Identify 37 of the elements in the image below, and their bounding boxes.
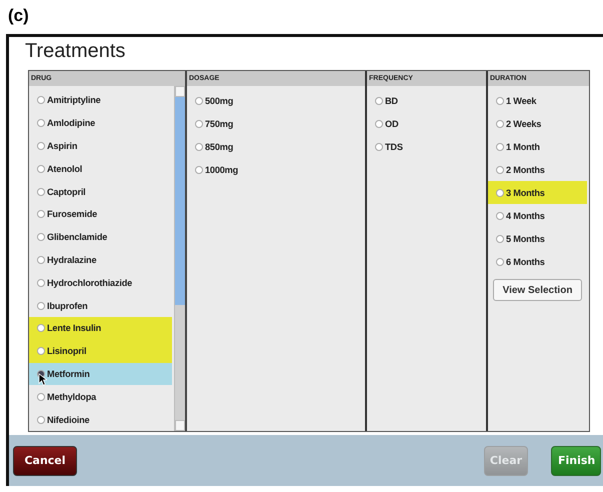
- option-item[interactable]: Hydralazine: [29, 248, 172, 272]
- option-item[interactable]: Metformin: [29, 362, 172, 386]
- option-item[interactable]: Aspirin: [29, 134, 172, 158]
- option-item[interactable]: Hydrochlorothiazide: [29, 271, 172, 294]
- option-item[interactable]: Atenolol: [29, 157, 172, 180]
- option-item[interactable]: Furosemide: [29, 202, 172, 226]
- option-item[interactable]: TDS: [367, 135, 484, 158]
- option-item[interactable]: 2 Weeks: [488, 112, 587, 135]
- option-item[interactable]: 3 Months: [488, 181, 587, 204]
- cancel-button[interactable]: Cancel: [13, 446, 77, 476]
- option-item[interactable]: Nifedioine: [29, 408, 172, 431]
- scrollbar[interactable]: [174, 86, 185, 431]
- option-item[interactable]: 4 Months: [488, 204, 587, 227]
- view-selection-button[interactable]: View Selection: [493, 279, 582, 301]
- option-item[interactable]: BD: [367, 89, 484, 112]
- option-item[interactable]: 2 Months: [488, 158, 587, 181]
- figure-label: (c): [7, 5, 30, 27]
- option-item[interactable]: 850mg: [187, 135, 363, 158]
- option-item[interactable]: Ibuprofen: [29, 294, 172, 317]
- option-item[interactable]: 500mg: [187, 89, 363, 112]
- option-item[interactable]: Lente Insulin: [29, 316, 172, 340]
- cursor-icon: [38, 372, 47, 386]
- option-item[interactable]: Glibenclamide: [29, 226, 172, 249]
- option-item[interactable]: Lisinopril: [29, 340, 172, 363]
- option-item[interactable]: 1000mg: [187, 158, 363, 181]
- option-item[interactable]: 1 Month: [488, 135, 587, 158]
- finish-button[interactable]: Finish: [551, 446, 601, 476]
- option-item[interactable]: Captopril: [29, 180, 172, 203]
- option-item[interactable]: 1 Week: [488, 89, 587, 112]
- option-item[interactable]: 750mg: [187, 112, 363, 135]
- window-title: Treatments: [24, 39, 126, 64]
- option-item[interactable]: Amlodipine: [29, 112, 172, 135]
- option-item[interactable]: 5 Months: [488, 227, 587, 250]
- option-item[interactable]: OD: [367, 112, 484, 135]
- option-item[interactable]: 6 Months: [488, 250, 587, 273]
- option-item[interactable]: Methyldopa: [29, 385, 172, 408]
- option-item[interactable]: Amitriptyline: [29, 89, 172, 112]
